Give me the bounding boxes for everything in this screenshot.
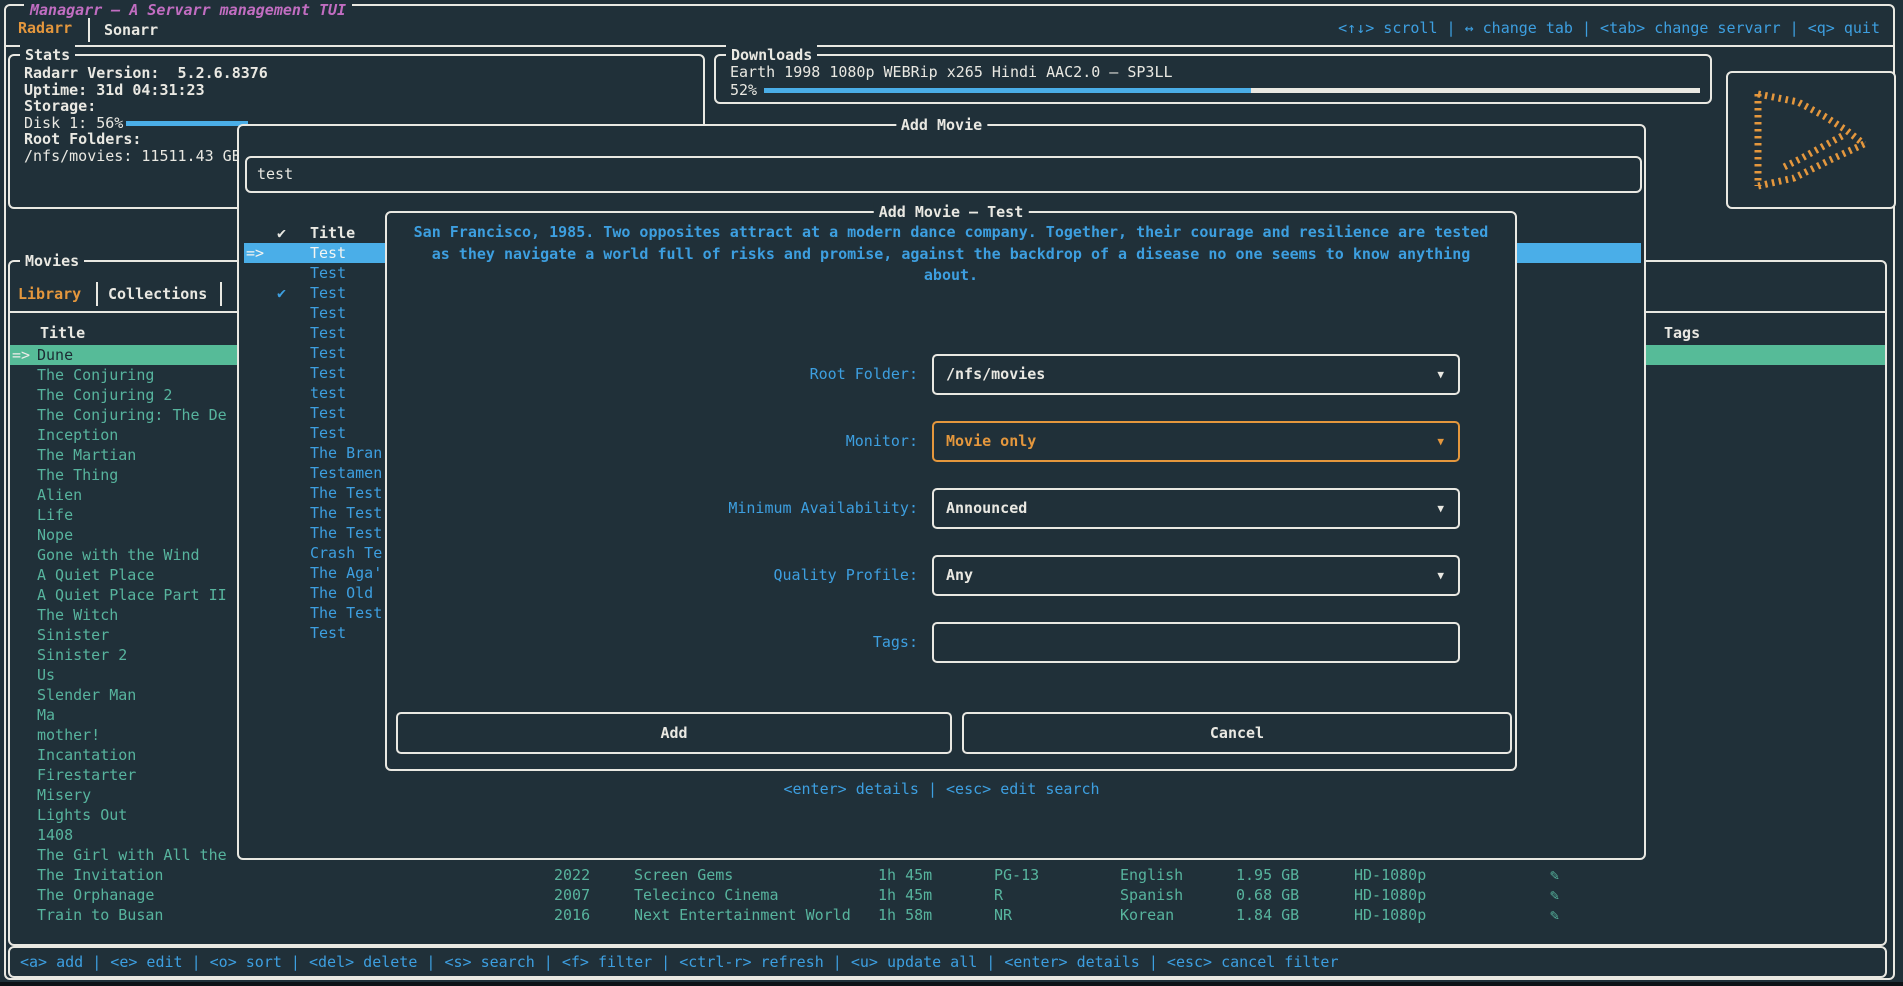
field-label: Monitor: (399, 431, 918, 451)
app-title: Managarr – A Servarr management TUI (24, 1, 352, 19)
result-title: Test (310, 243, 346, 263)
chevron-down-icon: ▼ (1437, 356, 1444, 393)
field-value: Movie only (946, 423, 1036, 460)
cancel-button[interactable]: Cancel (962, 712, 1512, 754)
result-title: The Old (310, 583, 373, 603)
terminal-edge (0, 982, 1903, 986)
managarr-tui-screen: Movies Library Collections Title Tags =>… (0, 0, 1903, 986)
result-title: Test (310, 263, 346, 283)
result-title: Test (310, 323, 346, 343)
result-title: Test (310, 343, 346, 363)
field-value: /nfs/movies (946, 356, 1045, 393)
field-label: Minimum Availability: (399, 498, 918, 518)
result-title: Test (310, 283, 346, 303)
result-title: Test (310, 303, 346, 323)
result-title: test (310, 383, 346, 403)
top-help-text: <↑↓> scroll | ↔ change tab | <tab> chang… (1338, 19, 1880, 37)
result-title: The Aga' (310, 563, 382, 583)
result-title: The Test (310, 483, 382, 503)
field-select[interactable]: Announced ▼ (932, 488, 1460, 529)
tab-radarr[interactable]: Radarr (18, 19, 72, 37)
result-title: Testamen (310, 463, 382, 483)
bottom-help-text: <a> add | <e> edit | <o> sort | <del> de… (20, 948, 1339, 976)
popup-footer-help: <enter> details | <esc> edit search (237, 780, 1646, 798)
field-value: Announced (946, 490, 1027, 527)
selected-result-marker: => (246, 243, 264, 263)
field-label: Quality Profile: (399, 565, 918, 585)
result-title: Test (310, 623, 346, 643)
chevron-down-icon: ▼ (1437, 423, 1444, 460)
chevron-down-icon: ▼ (1437, 490, 1444, 527)
field-select[interactable]: /nfs/movies ▼ (932, 354, 1460, 395)
add-button[interactable]: Add (396, 712, 952, 754)
bottom-help-bar: <a> add | <e> edit | <o> sort | <del> de… (8, 946, 1887, 978)
field-label: Root Folder: (399, 364, 918, 384)
modal-form: Root Folder: /nfs/movies ▼ Monitor: Movie on… (387, 213, 1515, 769)
field-select[interactable]: Any ▼ (932, 555, 1460, 596)
field-label: Tags: (399, 632, 918, 652)
result-title: The Test (310, 503, 382, 523)
result-title: The Bran (310, 443, 382, 463)
tab-sonarr[interactable]: Sonarr (104, 19, 158, 41)
field-input[interactable] (932, 622, 1460, 663)
result-title: Test (310, 423, 346, 443)
field-value: Any (946, 557, 973, 594)
in-library-check-icon: ✔ (277, 283, 286, 303)
servarr-tab-separator (88, 18, 90, 42)
result-title: Test (310, 403, 346, 423)
field-select[interactable]: Movie only ▼ (932, 421, 1460, 462)
result-title: The Test (310, 523, 382, 543)
result-title: Crash Te (310, 543, 382, 563)
result-title: Test (310, 363, 346, 383)
result-title: The Test (310, 603, 382, 623)
add-movie-modal: Add Movie – Test San Francisco, 1985. Tw… (385, 211, 1517, 771)
chevron-down-icon: ▼ (1437, 557, 1444, 594)
